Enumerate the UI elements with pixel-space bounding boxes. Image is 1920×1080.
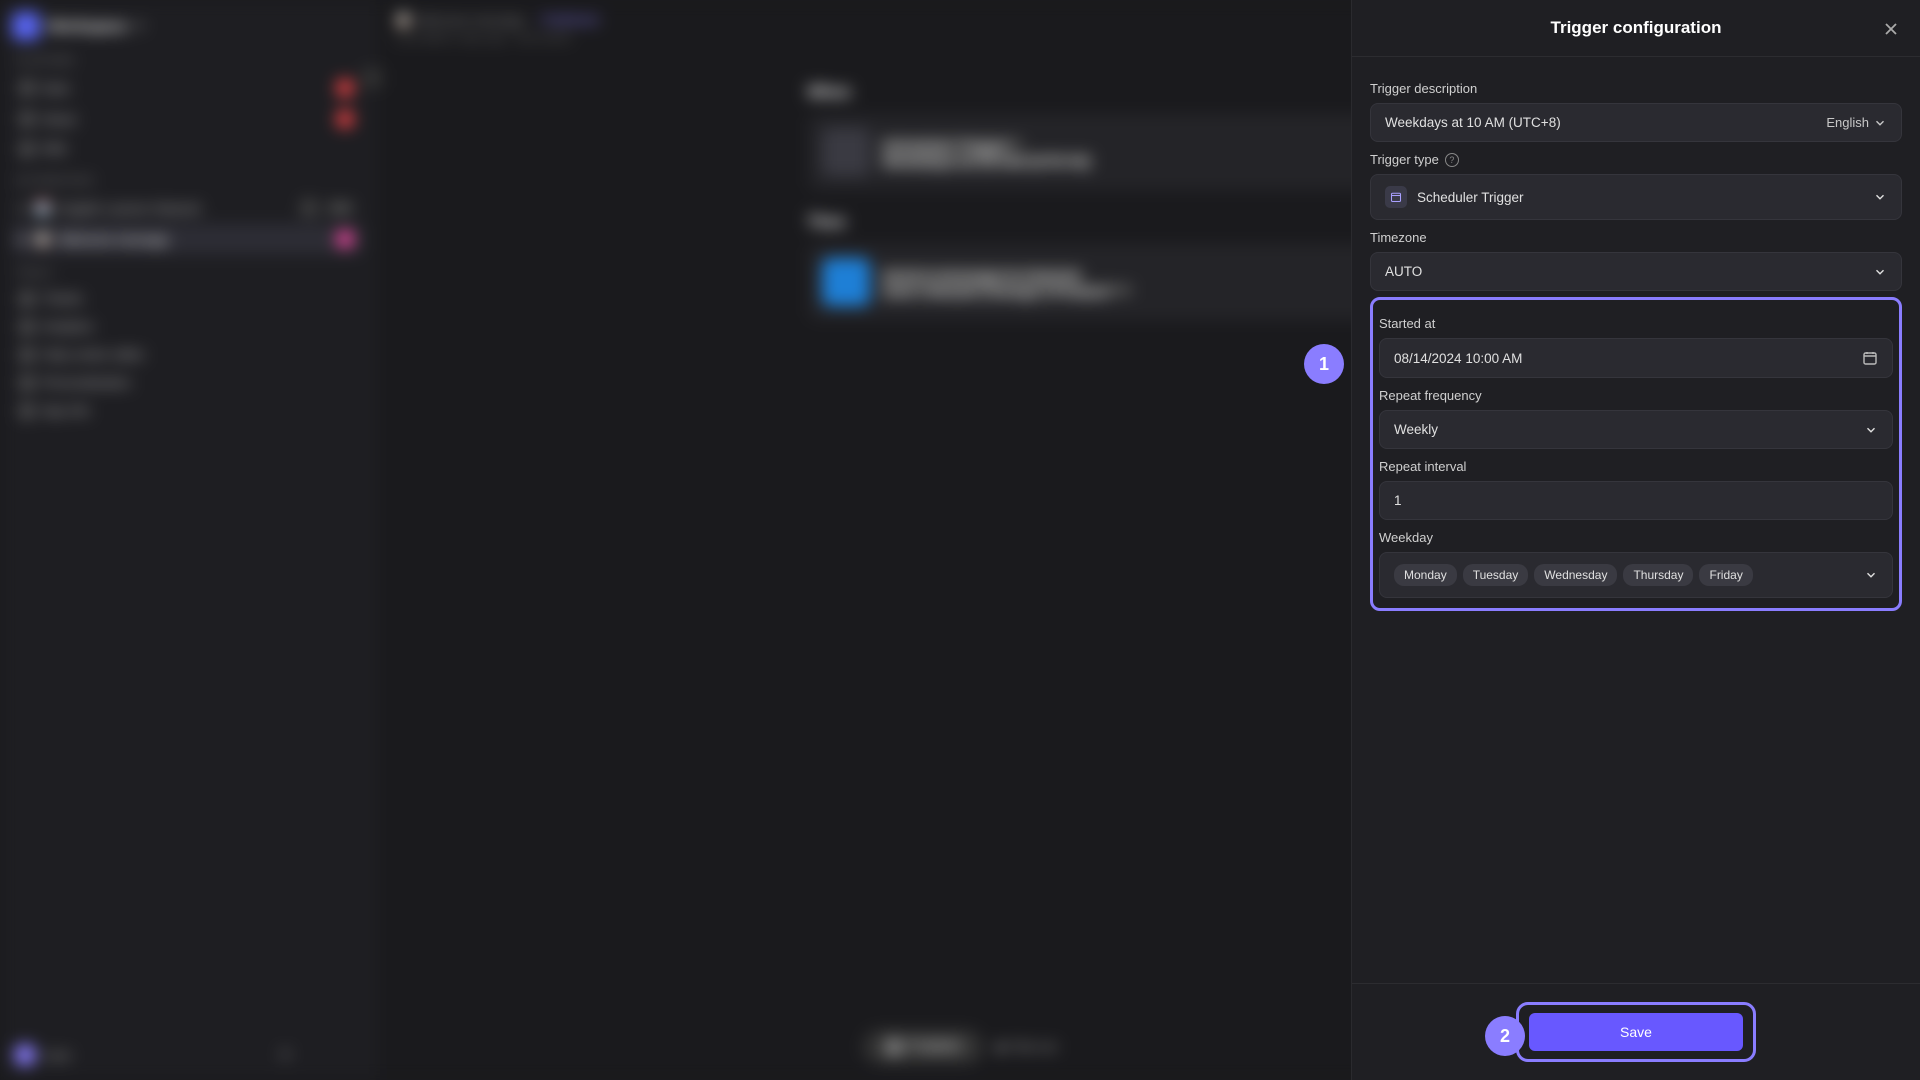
wiki-icon	[20, 142, 34, 156]
callout-1: 1	[1304, 344, 1344, 384]
badge-icon	[336, 230, 354, 248]
scheduler-icon	[1385, 186, 1407, 208]
trigger-config-panel: Trigger configuration Trigger descriptio…	[1351, 0, 1920, 1080]
started-at-label: Started at	[1379, 316, 1893, 331]
panel-title: Trigger configuration	[1551, 18, 1722, 38]
repeat-interval-label: Repeat interval	[1379, 459, 1893, 474]
sidebar-item-automation-1[interactable]: ▸📋Welcome message	[12, 224, 362, 254]
help-icon	[20, 348, 34, 362]
caret-icon: ▸	[20, 231, 27, 247]
play-icon: ▶	[997, 1039, 1007, 1054]
sidebar-item-help-editor[interactable]: Help center editor	[12, 341, 362, 368]
chevron-down-icon: ▾	[136, 16, 144, 36]
panel-body: Trigger description Weekdays at 10 AM (U…	[1352, 57, 1920, 983]
sidebar-item-automation-0[interactable]: ▸🗓️English Learner NetworkDraft	[12, 193, 362, 223]
workspace-icon	[12, 12, 40, 40]
sidebar-item-personalization[interactable]: Personalization	[12, 369, 362, 396]
timezone-select[interactable]: AUTO	[1370, 252, 1902, 291]
clipboard-icon: 📋	[395, 12, 411, 27]
trigger-type-value: Scheduler Trigger	[1417, 190, 1524, 205]
workspace-switcher[interactable]: Workspace ▾	[12, 12, 362, 40]
sidebar: Workspace ▾ PLATFORM Note Sheet Wiki AUT…	[0, 0, 375, 1080]
sidebar-item-wiki[interactable]: Wiki	[12, 135, 362, 162]
trigger-type-label: Trigger type ?	[1370, 152, 1902, 167]
settings-icon[interactable]: ⚙	[279, 1047, 291, 1063]
person-icon	[20, 376, 34, 390]
sidebar-item-note[interactable]: Note	[12, 73, 362, 103]
weekday-select[interactable]: Monday Tuesday Wednesday Thursday Friday	[1379, 552, 1893, 598]
sidebar-item-tickets[interactable]: Tickets	[12, 285, 362, 312]
panel-header: Trigger configuration	[1352, 0, 1920, 57]
user-footer[interactable]: User⚙	[14, 1044, 291, 1066]
sidebar-item-sheet[interactable]: Sheet	[12, 104, 362, 134]
trigger-type-select[interactable]: Scheduler Trigger	[1370, 174, 1902, 220]
trigger-description-label: Trigger description	[1370, 81, 1902, 96]
analytics-icon	[20, 320, 34, 334]
weekday-label: Weekday	[1379, 530, 1893, 545]
badge-icon	[300, 199, 318, 217]
chevron-down-icon	[1873, 265, 1887, 279]
sheet-icon	[20, 112, 34, 126]
chevron-down-icon	[1864, 568, 1878, 582]
started-at-input[interactable]	[1394, 351, 1854, 366]
caret-icon: ▸	[20, 200, 27, 216]
timezone-value: AUTO	[1385, 264, 1422, 279]
publish-button[interactable]: Publish	[863, 1030, 983, 1064]
weekday-chip-wed[interactable]: Wednesday	[1534, 564, 1617, 586]
note-icon	[20, 81, 34, 95]
callout-2: 2	[1485, 1016, 1525, 1056]
badge-icon	[336, 110, 354, 128]
weekday-chips: Monday Tuesday Wednesday Thursday Friday	[1394, 564, 1856, 586]
sidebar-item-analytics[interactable]: Analytics	[12, 313, 362, 340]
collapse-sidebar-button[interactable]	[362, 68, 382, 88]
section-tools: TOOLS	[12, 268, 362, 279]
section-platform: PLATFORM	[12, 56, 362, 67]
status-badge: Published	[541, 12, 598, 28]
chevron-down-icon	[1864, 423, 1878, 437]
panel-footer: Save	[1352, 983, 1920, 1080]
trigger-description-value: Weekdays at 10 AM (UTC+8)	[1385, 115, 1561, 130]
info-icon	[20, 404, 34, 418]
schedule-highlight: Started at Repeat frequency Weekly Repea…	[1370, 297, 1902, 611]
avatar	[14, 1044, 36, 1066]
started-at-field[interactable]	[1379, 338, 1893, 378]
language-selector[interactable]: English	[1826, 115, 1887, 130]
repeat-frequency-label: Repeat frequency	[1379, 388, 1893, 403]
repeat-interval-field[interactable]	[1379, 481, 1893, 520]
dot-icon	[885, 1038, 903, 1056]
weekday-chip-tue[interactable]: Tuesday	[1463, 564, 1529, 586]
chevron-down-icon	[1873, 190, 1887, 204]
weekday-chip-thu[interactable]: Thursday	[1623, 564, 1693, 586]
timezone-label: Timezone	[1370, 230, 1902, 245]
scheduler-icon	[822, 128, 870, 176]
weekday-chip-mon[interactable]: Monday	[1394, 564, 1457, 586]
calendar-icon[interactable]	[1862, 350, 1878, 366]
badge-icon	[336, 79, 354, 97]
breadcrumb[interactable]: 📋 Welcome message	[395, 12, 525, 28]
save-button[interactable]: Save	[1529, 1013, 1743, 1051]
ticket-icon	[20, 292, 34, 306]
repeat-interval-input[interactable]	[1394, 493, 1878, 508]
close-icon	[1883, 21, 1899, 37]
close-button[interactable]	[1880, 18, 1902, 40]
save-highlight: Save	[1516, 1002, 1756, 1062]
workspace-name: Workspace	[48, 18, 128, 35]
message-icon	[822, 258, 870, 306]
section-automations: AUTOMATIONS	[12, 176, 362, 187]
repeat-frequency-value: Weekly	[1394, 422, 1438, 437]
repeat-frequency-select[interactable]: Weekly	[1379, 410, 1893, 449]
trigger-description-field[interactable]: Weekdays at 10 AM (UTC+8) English	[1370, 103, 1902, 142]
sidebar-item-app-info[interactable]: App info	[12, 397, 362, 424]
chevron-down-icon	[1873, 116, 1887, 130]
preview-button[interactable]: ▶ Test run	[997, 1039, 1057, 1055]
weekday-chip-fri[interactable]: Friday	[1699, 564, 1752, 586]
info-icon[interactable]: ?	[1445, 153, 1459, 167]
bottom-actions: Publish ▶ Test run	[863, 1030, 1057, 1064]
